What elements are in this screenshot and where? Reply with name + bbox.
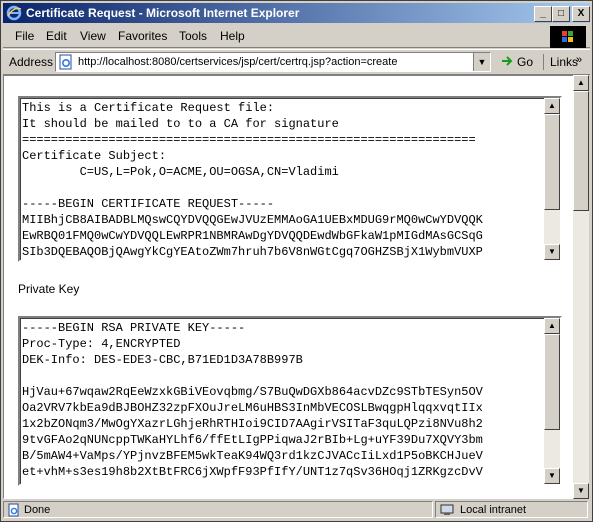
window-title: Certificate Request - Microsoft Internet…	[26, 6, 300, 20]
address-bar: Address http://localhost:8080/certservic…	[3, 49, 590, 75]
certificate-request-text: This is a Certificate Request file: It s…	[22, 101, 483, 259]
private-key-scrollbar[interactable]: ▲ ▼	[544, 318, 560, 484]
windows-logo-icon	[550, 26, 586, 48]
menu-bar: File Edit View Favorites Tools Help	[3, 25, 590, 48]
browser-window: Certificate Request - Microsoft Internet…	[0, 0, 593, 522]
page-scrollbar[interactable]: ▲ ▼	[573, 75, 589, 499]
menu-favorites[interactable]: Favorites	[118, 29, 167, 43]
scroll-thumb[interactable]	[544, 114, 560, 210]
scroll-thumb[interactable]	[544, 334, 560, 430]
page-scroll-down-icon[interactable]: ▼	[573, 483, 589, 499]
scroll-up-icon[interactable]: ▲	[544, 318, 560, 334]
go-arrow-icon	[502, 56, 513, 66]
address-input[interactable]: http://localhost:8080/certservices/jsp/c…	[55, 52, 491, 72]
internet-explorer-icon	[6, 5, 22, 21]
menu-help[interactable]: Help	[220, 29, 245, 43]
status-text: Done	[24, 504, 51, 516]
scroll-down-icon[interactable]: ▼	[544, 244, 560, 260]
links-label: Links	[550, 55, 579, 69]
certificate-request-textarea[interactable]: This is a Certificate Request file: It s…	[18, 96, 562, 262]
address-url: http://localhost:8080/certservices/jsp/c…	[78, 56, 398, 68]
request-scrollbar[interactable]: ▲ ▼	[544, 98, 560, 260]
scroll-up-icon[interactable]: ▲	[544, 98, 560, 114]
close-button[interactable]: X	[572, 6, 590, 22]
address-label: Address	[9, 55, 54, 69]
page-content: This is a Certificate Request file: It s…	[3, 75, 575, 499]
title-bar: Certificate Request - Microsoft Internet…	[3, 3, 590, 23]
menu-view[interactable]: View	[80, 29, 106, 43]
minimize-button[interactable]: _	[534, 6, 552, 22]
private-key-text: -----BEGIN RSA PRIVATE KEY----- Proc-Typ…	[22, 321, 483, 479]
maximize-button[interactable]: □	[552, 6, 570, 22]
address-dropdown-icon[interactable]: ▼	[473, 53, 490, 71]
status-main-pane: Done	[3, 501, 433, 518]
menu-edit[interactable]: Edit	[46, 29, 67, 43]
private-key-textarea[interactable]: -----BEGIN RSA PRIVATE KEY----- Proc-Typ…	[18, 316, 562, 486]
links-toolbar[interactable]: Links »	[543, 54, 582, 70]
page-done-icon	[8, 503, 19, 517]
page-icon	[59, 54, 72, 70]
scroll-down-icon[interactable]: ▼	[544, 468, 560, 484]
menu-tools[interactable]: Tools	[179, 29, 207, 43]
status-zone: Local intranet	[460, 504, 527, 516]
status-bar: Done Local intranet	[3, 500, 590, 519]
private-key-label: Private Key	[18, 282, 80, 296]
menu-file[interactable]: File	[15, 29, 34, 43]
local-intranet-icon	[440, 504, 454, 515]
page-scroll-up-icon[interactable]: ▲	[573, 75, 589, 91]
page-scroll-thumb[interactable]	[573, 91, 589, 211]
go-label: Go	[517, 55, 534, 69]
status-zone-pane: Local intranet	[435, 501, 588, 518]
links-chevron-icon: »	[576, 54, 583, 66]
